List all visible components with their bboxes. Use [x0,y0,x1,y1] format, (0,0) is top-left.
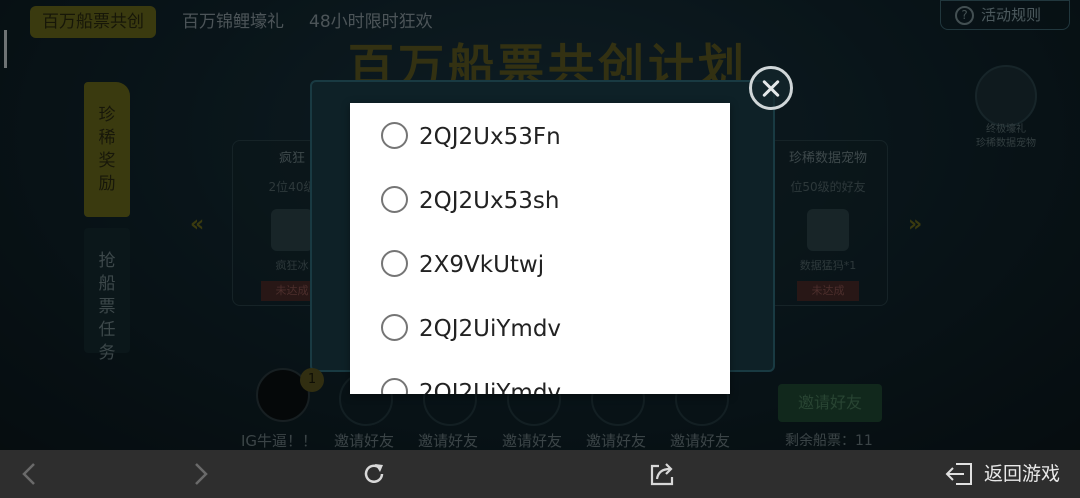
account-option[interactable]: 2QJ2Ux53Fn [350,104,730,168]
radio-button[interactable] [381,314,408,341]
back-arrow-icon[interactable] [16,460,44,488]
exit-icon [945,463,972,485]
radio-button[interactable] [381,378,408,394]
account-option-label: 2QJ2UiYmdv [419,316,562,342]
return-to-game-button[interactable]: 返回游戏 [944,460,1060,488]
account-option-label: 2QJ2UiYmdv [419,380,562,394]
share-icon[interactable] [648,460,676,488]
account-option[interactable]: 2X9VkUtwj [350,232,730,296]
account-select-dialog: 2QJ2Ux53Fn 2QJ2Ux53sh 2X9VkUtwj 2QJ2UiYm… [350,103,730,394]
account-option[interactable]: 2QJ2UiYmdv [350,296,730,360]
account-option-label: 2X9VkUtwj [419,252,545,278]
radio-button[interactable] [381,186,408,213]
account-option[interactable]: 2QJ2UiYmdv [350,360,730,394]
forward-arrow-icon[interactable] [186,460,214,488]
account-option-label: 2QJ2Ux53Fn [419,124,561,150]
radio-button[interactable] [381,122,408,149]
account-option[interactable]: 2QJ2Ux53sh [350,168,730,232]
radio-button[interactable] [381,250,408,277]
bottom-navigation-bar: 返回游戏 [0,450,1080,498]
return-to-game-label: 返回游戏 [983,463,1060,485]
account-option-label: 2QJ2Ux53sh [419,188,560,214]
refresh-icon[interactable] [360,460,388,488]
close-icon[interactable] [749,66,793,110]
